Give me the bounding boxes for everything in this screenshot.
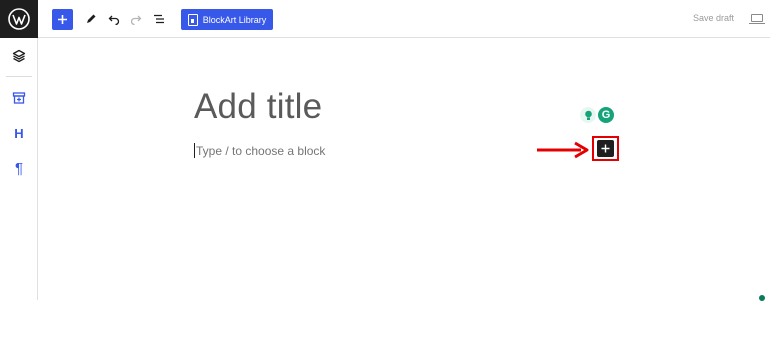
pencil-icon [87,14,96,23]
redo-icon [130,15,142,25]
document-overview-button[interactable] [150,9,168,29]
heading-icon: H [14,125,24,141]
blockart-library-button[interactable]: BlockArt Library [181,9,273,30]
archive-icon [12,92,26,104]
paragraph-icon: ¶ [14,159,24,177]
save-draft-button[interactable]: Save draft [693,13,734,23]
sidebar-item-layers[interactable] [0,41,38,71]
grammarly-bulb-button[interactable] [580,107,596,123]
sidebar-item-section[interactable] [0,83,38,113]
plus-icon [58,15,67,24]
editor-canvas: Add title Type / to choose a block G [39,39,770,300]
add-block-button[interactable] [52,9,73,30]
wordpress-icon [8,8,30,30]
block-appender-input[interactable]: Type / to choose a block [196,144,325,158]
lightbulb-icon [584,110,592,120]
undo-icon [108,15,120,25]
blockart-sidebar: H ¶ [0,38,38,300]
wordpress-logo-button[interactable] [0,0,38,38]
post-title-input[interactable]: Add title [194,87,322,127]
sidebar-item-paragraph[interactable]: ¶ [0,153,38,183]
block-inserter-button[interactable] [597,140,614,157]
list-view-icon [154,14,164,24]
plus-icon [601,144,610,153]
red-arrow-annotation [537,141,589,159]
grammarly-widget: G [580,107,614,123]
blockart-library-label: BlockArt Library [202,14,267,25]
block-editor: BlockArt Library Save draft H ¶ Add titl… [0,0,770,350]
inserter-highlight-box [592,136,619,161]
sidebar-divider [6,76,32,77]
layers-icon [12,49,26,63]
editor-toolbar: BlockArt Library Save draft [38,0,770,38]
grammarly-icon[interactable]: G [598,107,614,123]
text-caret [194,143,195,158]
undo-button[interactable] [105,9,123,29]
page-bottom [0,300,770,350]
preview-icon[interactable] [749,14,765,24]
redo-button[interactable] [127,9,145,29]
sidebar-item-heading[interactable]: H [0,118,38,148]
tools-button[interactable] [82,9,100,29]
status-dot-icon [759,295,765,301]
library-icon [187,13,198,26]
